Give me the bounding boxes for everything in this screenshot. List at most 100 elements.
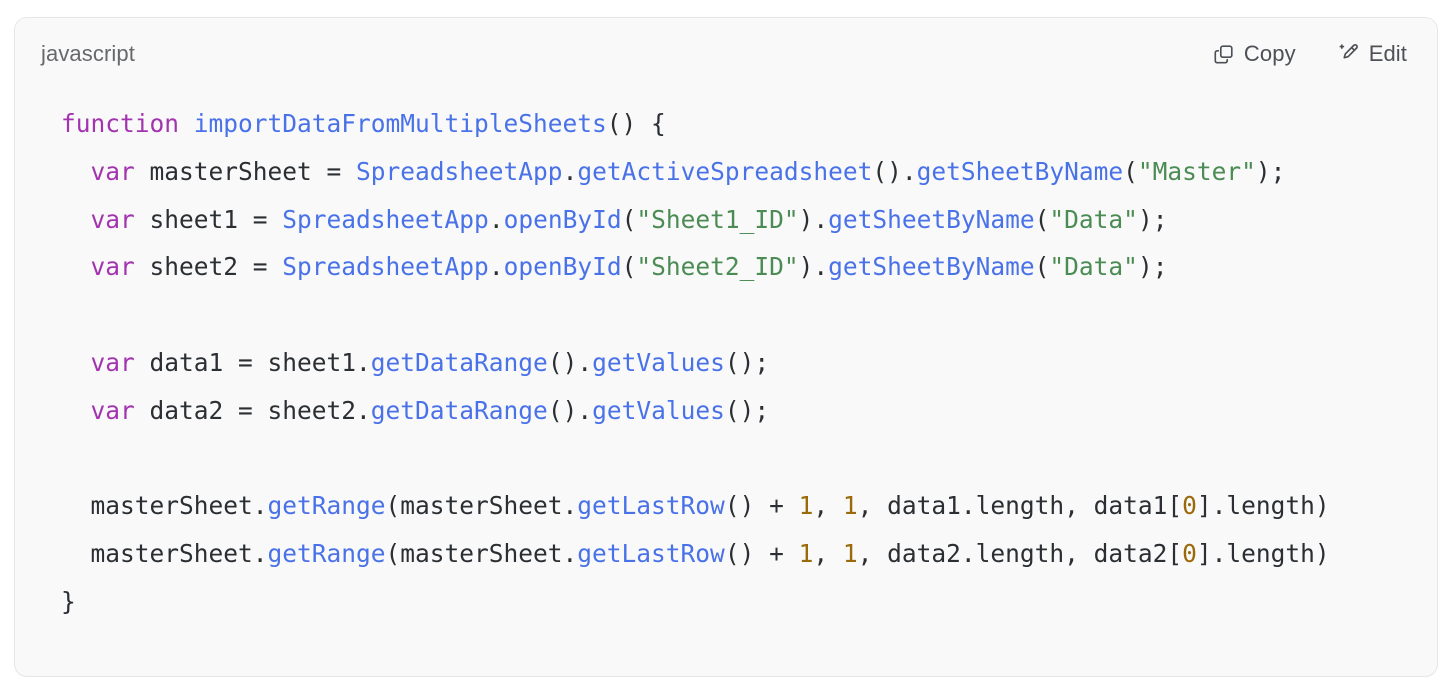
code-token: "Sheet1_ID" [636,204,799,234]
code-token: var [90,252,135,282]
code-line: var masterSheet = SpreadsheetApp.getActi… [61,148,1437,196]
code-token: getActiveSpreadsheet [577,156,873,186]
code-token: ); [1137,252,1168,282]
code-token: getRange [267,491,386,521]
code-token: 1 [842,491,858,521]
code-token: var [90,156,135,186]
code-line: } [61,578,1437,626]
code-token: sheet2 = [134,252,283,282]
code-token: 1 [842,539,858,569]
code-token: ); [1255,156,1286,186]
code-token: , [813,491,843,521]
edit-button-label: Edit [1368,41,1407,66]
code-token: getValues [592,347,725,377]
code-token: ). [798,204,829,234]
code-token: () + [724,539,799,569]
code-token: ( [621,252,637,282]
code-token: . [488,252,504,282]
code-line: masterSheet.getRange(masterSheet.getLast… [61,482,1437,530]
code-line: function importDataFromMultipleSheets() … [61,100,1437,148]
code-token: (masterSheet. [385,491,578,521]
code-token: ].length) [1196,491,1330,521]
code-block-actions: Copy Edit [1211,41,1409,67]
code-token: openById [503,252,622,282]
code-token: (). [547,347,593,377]
code-token: . [562,156,578,186]
copy-button[interactable]: Copy [1211,41,1298,67]
code-token: SpreadsheetApp [282,252,489,282]
copy-button-label: Copy [1243,41,1296,66]
code-token: getSheetByName [828,252,1035,282]
code-token: (); [724,395,770,425]
code-token: "Data" [1049,204,1138,234]
code-line: masterSheet.getRange(masterSheet.getLast… [61,530,1437,578]
code-token: ( [1034,252,1050,282]
code-token: () { [606,109,666,138]
code-line: var data1 = sheet1.getDataRange().getVal… [61,339,1437,387]
code-token: importDataFromMultipleSheets [193,109,607,138]
code-token: SpreadsheetApp [356,156,563,186]
code-token: "Sheet2_ID" [636,252,799,282]
code-token: . [488,204,504,234]
code-token: () + [724,491,799,521]
code-token: getDataRange [370,395,548,425]
code-token: var [90,347,135,377]
code-line: var data2 = sheet2.getDataRange().getVal… [61,387,1437,435]
code-token: masterSheet. [61,539,268,569]
code-line: var sheet1 = SpreadsheetApp.openById("Sh… [61,196,1437,244]
code-token: (). [872,156,917,186]
code-token: , data1.length, data1[ [857,491,1183,521]
code-token: , [813,539,843,569]
code-token: var [90,204,135,234]
code-token: var [90,395,135,425]
code-token: getLastRow [577,539,725,569]
code-token: ( [1123,156,1138,186]
code-token: getLastRow [577,491,725,521]
code-token: data2 = sheet2. [134,395,371,425]
code-token: sheet1 = [134,204,283,234]
code-lines: function importDataFromMultipleSheets() … [61,100,1437,626]
code-block-header: javascript Copy Edit [15,18,1437,90]
code-token: ). [798,252,829,282]
code-token: SpreadsheetApp [282,204,489,234]
code-token: } [61,586,76,616]
code-token: 1 [798,491,814,521]
code-token: ); [1137,204,1168,234]
code-content[interactable]: function importDataFromMultipleSheets() … [15,100,1437,626]
copy-icon [1213,43,1235,65]
edit-button[interactable]: Edit [1336,41,1409,67]
code-token: (); [724,347,770,377]
magic-pencil-icon [1338,43,1360,65]
code-token: ( [1034,204,1050,234]
code-block-card: javascript Copy Edit function importData… [14,17,1438,677]
page-root: javascript Copy Edit function importData… [0,0,1456,696]
code-token: "Data" [1049,252,1138,282]
code-token: masterSheet = [134,156,357,186]
code-token: 0 [1182,539,1197,569]
code-token: 0 [1182,491,1197,521]
code-token: getSheetByName [828,204,1035,234]
code-scroll-area[interactable]: function importDataFromMultipleSheets() … [15,90,1437,676]
language-label: javascript [41,41,135,66]
code-token: openById [503,204,622,234]
code-token: (). [547,395,593,425]
code-token: 1 [798,539,814,569]
code-line: var sheet2 = SpreadsheetApp.openById("Sh… [61,243,1437,291]
code-token: ( [621,204,637,234]
code-token: ].length) [1196,539,1330,569]
code-token: , data2.length, data2[ [857,539,1183,569]
code-token: "Master" [1137,156,1256,186]
code-token: masterSheet. [61,491,268,521]
code-token: getSheetByName [916,156,1124,186]
code-token: getDataRange [370,347,548,377]
code-token: (masterSheet. [385,539,578,569]
code-token: getValues [592,395,725,425]
code-token: getRange [267,539,386,569]
